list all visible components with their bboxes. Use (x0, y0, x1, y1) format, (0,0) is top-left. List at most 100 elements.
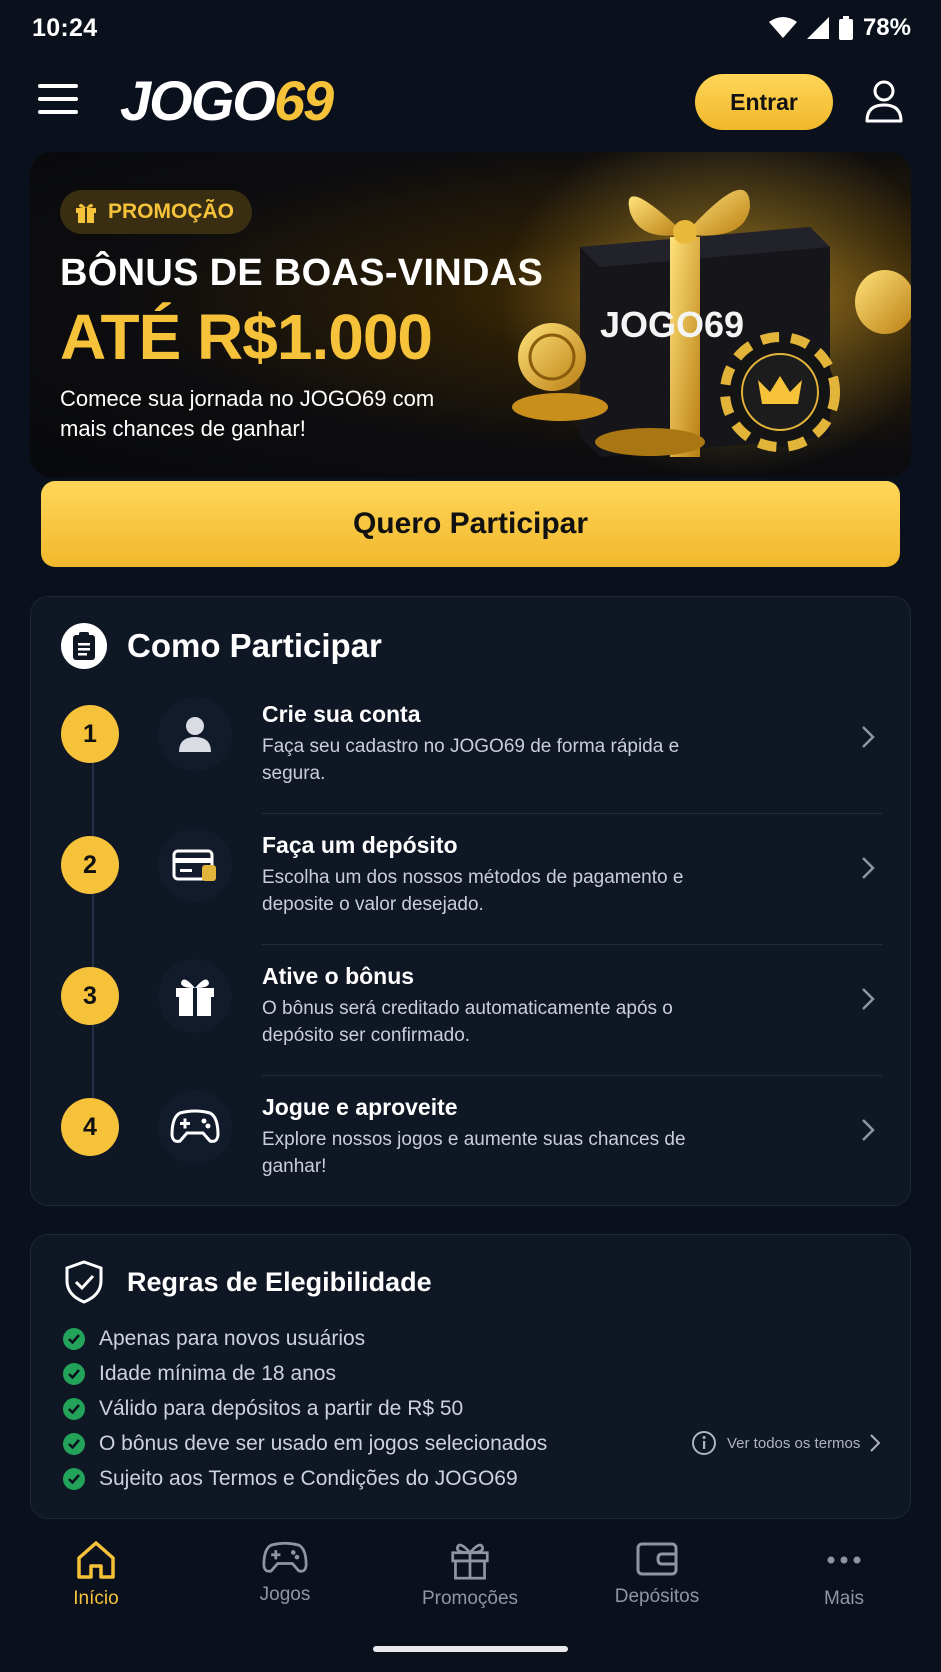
divider (262, 1075, 882, 1076)
rule-item: Apenas para novos usuários (63, 1321, 547, 1356)
logo-accent: 69 (273, 69, 334, 132)
rule-item: Sujeito aos Termos e Condições do JOGO69 (63, 1461, 547, 1496)
nav-label: Depósitos (614, 1586, 700, 1607)
gift-icon (451, 1543, 489, 1580)
gamepad-icon (262, 1541, 308, 1573)
how-to-header: Como Participar (61, 623, 382, 669)
chevron-right-icon (862, 726, 875, 748)
battery-level: 78% (862, 14, 911, 41)
more-icon (827, 1556, 861, 1564)
gift-icon (76, 203, 96, 223)
nav-label: Início (73, 1588, 119, 1609)
rule-text: Apenas para novos usuários (99, 1326, 366, 1350)
info-icon (692, 1431, 716, 1455)
login-button[interactable]: Entrar (695, 74, 833, 130)
promo-badge: PROMOÇÃO (60, 190, 252, 234)
chevron-right-icon (862, 1119, 875, 1141)
logo-main: JOGO (120, 69, 276, 132)
divider (262, 944, 882, 945)
gift-icon (158, 959, 232, 1033)
step-number: 2 (61, 836, 119, 894)
check-icon (63, 1397, 85, 1420)
gift-box-illustration: JOGO69 (500, 152, 911, 477)
step-play[interactable]: 4 Jogue e aproveite Explore nossos jogos… (31, 1090, 912, 1224)
rule-text: Válido para depósitos a partir de R$ 50 (99, 1396, 464, 1420)
eligibility-header: Regras de Elegibilidade (61, 1259, 432, 1305)
rule-item: O bônus deve ser usado em jogos selecion… (63, 1426, 547, 1461)
menu-icon (38, 84, 78, 88)
step-description: Escolha um dos nossos métodos de pagamen… (262, 867, 684, 915)
eligibility-title: Regras de Elegibilidade (127, 1266, 432, 1297)
promo-banner[interactable]: PROMOÇÃO BÔNUS DE BOAS-VINDAS ATÉ R$1.00… (30, 152, 911, 477)
wallet-icon (636, 1542, 678, 1576)
profile-button[interactable] (864, 79, 904, 123)
menu-button[interactable] (38, 84, 78, 118)
rule-text: Sujeito aos Termos e Condições do JOGO69 (99, 1466, 518, 1490)
nav-item-more[interactable]: Mais (774, 1540, 914, 1610)
step-title: Faça um depósito (262, 832, 458, 858)
step-description: Explore nossos jogos e aumente suas chan… (262, 1129, 686, 1177)
how-to-card: Como Participar 1 Crie sua conta Faça se… (30, 596, 911, 1206)
nav-item-deposits[interactable]: Depósitos (587, 1540, 727, 1608)
nav-item-home[interactable]: Início (26, 1540, 166, 1610)
check-icon (63, 1467, 85, 1490)
box-logo: JOGO69 (600, 304, 744, 345)
menu-icon-bar (38, 110, 78, 114)
chevron-right-icon (870, 1434, 881, 1452)
wifi-icon (768, 17, 797, 38)
user-icon (865, 80, 903, 123)
eligibility-card: Regras de Elegibilidade Apenas para novo… (30, 1234, 911, 1519)
wallet-card-icon (158, 828, 232, 902)
signal-icon (806, 17, 829, 39)
promo-badge-label: PROMOÇÃO (108, 200, 234, 223)
gamepad-icon (158, 1090, 232, 1164)
check-icon (63, 1327, 85, 1350)
home-indicator[interactable] (373, 1646, 568, 1652)
menu-icon-bar (38, 97, 78, 101)
logo[interactable]: JOGO69 (120, 68, 334, 133)
step-activate-bonus[interactable]: 3 Ative o bônus O bônus será creditado a… (31, 959, 912, 1093)
rule-item: Válido para depósitos a partir de R$ 50 (63, 1391, 547, 1426)
participate-button[interactable]: Quero Participar (41, 481, 900, 567)
status-time: 10:24 (32, 14, 98, 42)
bottom-nav: Início Jogos Promoções Depósitos Mais (0, 1522, 941, 1672)
view-terms-label: Ver todos os termos (727, 1434, 861, 1452)
status-icons: 78% (768, 14, 911, 42)
divider (262, 813, 882, 814)
promo-amount: ATÉ R$1.000 (60, 301, 433, 373)
rule-item: Idade mínima de 18 anos (63, 1356, 547, 1391)
chevron-right-icon (862, 857, 875, 879)
home-icon (77, 1541, 115, 1579)
step-number: 1 (61, 705, 119, 763)
step-description: Faça seu cadastro no JOGO69 de forma ráp… (262, 736, 680, 784)
app-header: JOGO69 Entrar (0, 62, 941, 142)
rule-text: Idade mínima de 18 anos (99, 1361, 336, 1385)
status-bar: 10:24 78% (0, 0, 941, 58)
nav-label: Promoções (421, 1588, 519, 1609)
view-terms-link[interactable]: Ver todos os termos (691, 1430, 881, 1456)
step-create-account[interactable]: 1 Crie sua conta Faça seu cadastro no JO… (31, 697, 912, 831)
nav-label: Mais (823, 1588, 865, 1609)
step-description: O bônus será creditado automaticamente a… (262, 998, 673, 1046)
battery-icon (838, 16, 853, 40)
chevron-right-icon (862, 988, 875, 1010)
step-title: Crie sua conta (262, 701, 421, 727)
step-number: 3 (61, 967, 119, 1025)
promo-title: BÔNUS DE BOAS-VINDAS (60, 252, 544, 294)
rule-text: O bônus deve ser usado em jogos selecion… (99, 1431, 548, 1455)
rules-list: Apenas para novos usuários Idade mínima … (63, 1321, 547, 1496)
user-icon (158, 697, 232, 771)
nav-item-games[interactable]: Jogos (215, 1540, 355, 1606)
shield-check-icon (65, 1260, 103, 1304)
step-title: Ative o bônus (262, 963, 415, 989)
step-number: 4 (61, 1098, 119, 1156)
check-icon (63, 1362, 85, 1385)
how-to-title: Como Participar (127, 627, 382, 664)
step-deposit[interactable]: 2 Faça um depósito Escolha um dos nossos… (31, 828, 912, 962)
nav-label: Jogos (259, 1584, 311, 1605)
check-icon (63, 1432, 85, 1455)
step-title: Jogue e aproveite (262, 1094, 458, 1120)
promo-subtitle: Comece sua jornada no JOGO69 com mais ch… (60, 386, 435, 441)
clipboard-icon (61, 623, 107, 669)
nav-item-promotions[interactable]: Promoções (400, 1540, 540, 1610)
